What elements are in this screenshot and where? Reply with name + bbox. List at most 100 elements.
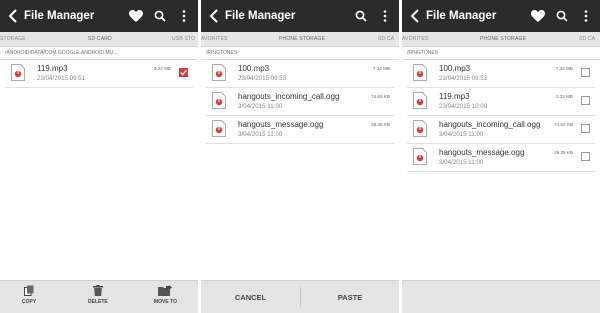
file-list: 100.mp3 23/04/2015 09:53 7.34 MB 119.mp3…: [402, 60, 600, 172]
file-date: 3/04/2015 11:00: [238, 131, 283, 138]
copy-button[interactable]: COPY: [22, 285, 36, 305]
file-size: 29.35 KB: [554, 150, 573, 155]
heart-icon[interactable]: [528, 5, 548, 27]
copy-label: COPY: [22, 299, 37, 305]
current-path: /RINGTONES: [402, 47, 600, 60]
list-item[interactable]: hangouts_incoming_call.ogg 3/04/2015 11:…: [407, 116, 595, 144]
chevron-left-icon[interactable]: [4, 0, 22, 32]
music-file-icon: [11, 64, 25, 81]
file-name: 100.mp3: [439, 64, 471, 73]
tab-favorites[interactable]: AVORITES: [402, 36, 429, 42]
list-item[interactable]: 100.mp3 23/04/2015 09:53 7.34 MB: [407, 60, 595, 88]
file-size: 74.63 KB: [371, 94, 390, 99]
file-date: 23/04/2015 09:53: [238, 75, 287, 82]
file-size: 3.22 MB: [153, 66, 171, 71]
search-icon[interactable]: [351, 5, 371, 27]
move-to-label: MOVE TO: [154, 299, 177, 305]
file-name: hangouts_incoming_call.ogg: [238, 92, 340, 101]
music-file-icon: [413, 92, 427, 109]
app-bar: File Manager: [402, 0, 600, 32]
tab-phone-storage[interactable]: PHONE STORAGE: [279, 36, 325, 42]
overflow-menu-icon[interactable]: [174, 5, 194, 27]
file-name: hangouts_incoming_call.ogg: [439, 120, 541, 129]
screen-after-paste: File Manager AVORITES PHONE STORAGE SD C…: [402, 0, 600, 313]
file-size: 29.35 KB: [371, 122, 390, 127]
file-date: 3/04/2015 11:00: [439, 159, 484, 166]
music-file-icon: [413, 64, 427, 81]
app-title: File Manager: [426, 10, 497, 22]
file-name: 100.mp3: [238, 64, 270, 73]
move-to-button[interactable]: MOVE TO: [154, 285, 177, 305]
current-path: /RINGTONES: [201, 47, 399, 60]
chevron-left-icon[interactable]: [205, 0, 223, 32]
app-title: File Manager: [24, 10, 95, 22]
list-item[interactable]: 100.mp3 23/04/2015 09:53 7.34 MB: [206, 60, 394, 88]
heart-icon[interactable]: [126, 5, 146, 27]
app-bar: File Manager: [0, 0, 198, 32]
file-date: 23/04/2015 09:53: [439, 75, 488, 82]
file-size: 74.63 KB: [554, 122, 573, 127]
app-bar: File Manager: [201, 0, 399, 32]
file-date: 23/04/2015 10:09: [439, 103, 488, 110]
storage-tabs: AVORITES PHONE STORAGE SD CA: [201, 32, 399, 47]
check-icon: [180, 69, 187, 76]
cancel-button[interactable]: CANCEL: [201, 281, 300, 313]
chevron-left-icon[interactable]: [406, 0, 424, 32]
action-bar: COPY DELETE MOVE TO: [0, 280, 198, 313]
overflow-menu-icon[interactable]: [375, 5, 395, 27]
file-name: hangouts_message.ogg: [439, 148, 525, 157]
action-bar: [402, 280, 600, 313]
file-name: 119.mp3: [439, 92, 470, 101]
tab-sd-card[interactable]: SD CA: [579, 36, 595, 42]
search-icon[interactable]: [552, 5, 572, 27]
tab-usb-storage[interactable]: USB STO: [172, 36, 195, 42]
app-bar-actions: [528, 0, 596, 32]
screen-sd-card: File Manager STORAGE SD CARD USB STO /AN…: [0, 0, 198, 313]
file-list: 119.mp3 23/04/2015 09:51 3.22 MB: [0, 60, 198, 88]
tab-phone-storage[interactable]: PHONE STORAGE: [480, 36, 526, 42]
select-checkbox[interactable]: [179, 68, 188, 77]
tab-favorites[interactable]: AVORITES: [201, 36, 228, 42]
storage-tabs: AVORITES PHONE STORAGE SD CA: [402, 32, 600, 47]
paste-button[interactable]: PASTE: [301, 281, 399, 313]
storage-tabs: STORAGE SD CARD USB STO: [0, 32, 198, 47]
file-name: hangouts_message.ogg: [238, 120, 324, 129]
list-item[interactable]: 119.mp3 23/04/2015 10:09 3.22 MB: [407, 88, 595, 116]
app-bar-actions: [126, 0, 194, 32]
file-date: 3/04/2015 11:00: [238, 103, 283, 110]
select-checkbox[interactable]: [581, 96, 590, 105]
current-path: /ANDROID/DATA/COM.GOOGLE.ANDROID.MU...: [0, 47, 198, 60]
select-checkbox[interactable]: [581, 68, 590, 77]
music-file-icon: [212, 64, 226, 81]
screens-container: File Manager STORAGE SD CARD USB STO /AN…: [0, 0, 600, 313]
file-size: 7.34 MB: [372, 66, 390, 71]
list-item[interactable]: hangouts_message.ogg 3/04/2015 11:00 29.…: [407, 144, 595, 172]
folder-move-icon: [158, 285, 173, 296]
tab-storage[interactable]: STORAGE: [0, 36, 26, 42]
select-checkbox[interactable]: [581, 124, 590, 133]
file-date: 23/04/2015 09:51: [37, 75, 86, 82]
copy-icon: [24, 285, 34, 296]
music-file-icon: [212, 92, 226, 109]
overflow-menu-icon[interactable]: [576, 5, 596, 27]
delete-button[interactable]: DELETE: [88, 285, 108, 305]
action-bar: CANCEL PASTE: [201, 280, 399, 313]
file-size: 7.34 MB: [555, 66, 573, 71]
list-item[interactable]: hangouts_message.ogg 3/04/2015 11:00 29.…: [206, 116, 394, 144]
file-list: 100.mp3 23/04/2015 09:53 7.34 MB hangout…: [201, 60, 399, 144]
search-icon[interactable]: [150, 5, 170, 27]
list-item[interactable]: 119.mp3 23/04/2015 09:51 3.22 MB: [5, 60, 193, 88]
screen-paste-mode: File Manager AVORITES PHONE STORAGE SD C…: [201, 0, 399, 313]
delete-label: DELETE: [88, 299, 108, 305]
select-checkbox[interactable]: [581, 152, 590, 161]
app-bar-actions: [351, 0, 395, 32]
list-item[interactable]: hangouts_incoming_call.ogg 3/04/2015 11:…: [206, 88, 394, 116]
app-title: File Manager: [225, 10, 296, 22]
file-date: 3/04/2015 11:00: [439, 131, 484, 138]
music-file-icon: [413, 120, 427, 137]
tab-sd-card[interactable]: SD CA: [378, 36, 394, 42]
file-size: 3.22 MB: [555, 94, 573, 99]
music-file-icon: [413, 148, 427, 165]
tab-sd-card[interactable]: SD CARD: [88, 36, 112, 42]
file-name: 119.mp3: [37, 64, 68, 73]
